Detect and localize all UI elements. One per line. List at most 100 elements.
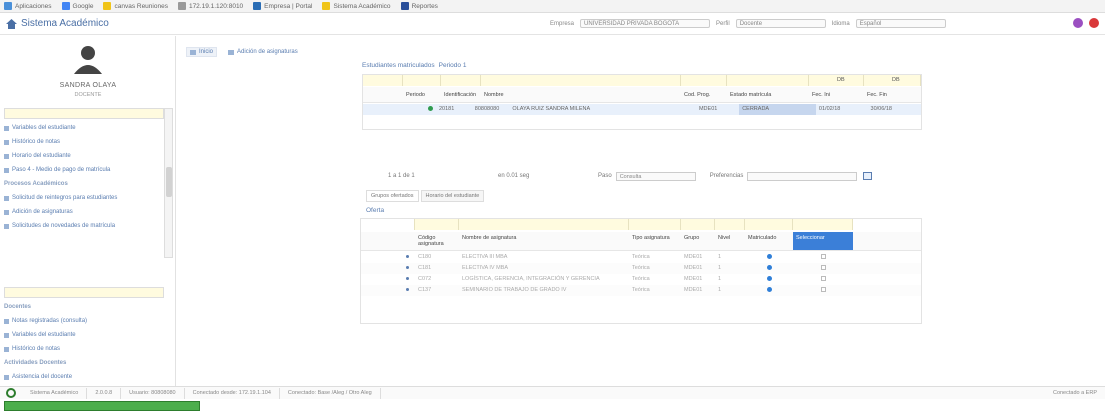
select-cell[interactable] xyxy=(793,252,853,263)
column-header[interactable]: Tipo asignatura xyxy=(629,232,681,250)
filter-cell[interactable] xyxy=(681,75,727,86)
select-all-cell[interactable] xyxy=(363,87,403,102)
expand-icon[interactable] xyxy=(406,255,409,259)
column-header[interactable]: Estado matrícula xyxy=(727,87,809,102)
row-expand-cell[interactable] xyxy=(361,274,415,285)
subtab-0[interactable]: Grupos ofertados xyxy=(366,190,419,202)
expand-icon[interactable] xyxy=(406,288,409,292)
offer-title: Oferta xyxy=(366,207,385,214)
bookmark-icon xyxy=(400,2,409,10)
sidebar-menu-item[interactable]: Variables del estudiante xyxy=(4,328,164,342)
column-header[interactable]: Nombre xyxy=(481,87,681,102)
sidebar-menu-item[interactable]: Paso 4 - Medio de pago de matrícula xyxy=(4,163,164,177)
sidebar-scroll-thumb[interactable] xyxy=(166,167,172,197)
sidebar-scrollbar[interactable] xyxy=(164,108,173,258)
bookmark-item[interactable]: canvas Reuniones xyxy=(103,2,168,10)
subtab-1[interactable]: Horario del estudiante xyxy=(420,190,485,202)
select-all-cell[interactable] xyxy=(361,232,415,250)
sidebar-menu-item[interactable]: Variables del estudiante xyxy=(4,121,164,135)
idioma-select[interactable]: Español xyxy=(855,19,946,28)
preferences-select[interactable] xyxy=(747,171,858,181)
column-header[interactable]: Código asignatura xyxy=(415,232,459,250)
bookmark-item[interactable]: Sistema Académico xyxy=(322,2,391,10)
table-row[interactable]: 20181 80808080 OLAYA RUIZ SANDRA MILENA MDE… xyxy=(363,104,921,115)
column-header[interactable]: Matriculado xyxy=(745,232,793,250)
column-header[interactable]: Grupo xyxy=(681,232,715,250)
filter-fec-fin[interactable]: DB xyxy=(864,75,921,86)
filter-fec-ini[interactable]: DB xyxy=(809,75,864,86)
column-header[interactable]: Periodo xyxy=(403,87,441,102)
filter-cell[interactable] xyxy=(793,219,853,230)
column-header[interactable]: Seleccionar xyxy=(793,232,853,250)
export-icon[interactable] xyxy=(863,172,873,180)
select-cell[interactable] xyxy=(793,274,853,285)
column-header[interactable]: Cod. Prog. xyxy=(681,87,727,102)
bookmark-item[interactable]: Aplicaciones xyxy=(4,2,52,10)
empresa-select[interactable]: UNIVERSIDAD PRIVADA BOGOTA xyxy=(580,19,711,28)
select-checkbox[interactable] xyxy=(820,254,826,260)
filter-cell[interactable] xyxy=(745,219,793,230)
filter-cell[interactable] xyxy=(415,219,459,230)
sidebar-menu-item[interactable]: Histórico de notas xyxy=(4,135,164,149)
sidebar-menu-item[interactable]: Histórico de notas xyxy=(4,342,164,356)
select-checkbox[interactable] xyxy=(820,287,826,293)
column-header[interactable]: Nivel xyxy=(715,232,745,250)
filter-cell[interactable] xyxy=(481,75,681,86)
bookmark-item[interactable]: Empresa | Portal xyxy=(253,2,312,10)
expand-icon[interactable] xyxy=(406,277,409,281)
perfil-select[interactable]: Docente xyxy=(735,19,826,28)
table-row[interactable]: C180 ELECTIVA III MBA Teórica MDE01 1 xyxy=(361,252,921,263)
filter-cell[interactable] xyxy=(441,75,481,86)
column-header[interactable]: Fec. Ini xyxy=(809,87,864,102)
sidebar-item-label: Variables del estudiante xyxy=(12,332,76,338)
row-expand-cell[interactable] xyxy=(361,263,415,274)
select-cell[interactable] xyxy=(793,263,853,274)
filter-cell[interactable] xyxy=(629,219,681,230)
column-header[interactable]: Identificación xyxy=(441,87,481,102)
table-cell: 30/06/18 xyxy=(870,106,892,112)
filter-cell[interactable] xyxy=(363,75,403,86)
sidebar-menu-item[interactable]: Solicitudes de novedades de matrícula xyxy=(4,219,164,233)
table-cell[interactable]: CERRADA xyxy=(739,104,816,115)
filter-cell[interactable] xyxy=(403,75,441,86)
column-header[interactable]: Nombre de asignatura xyxy=(459,232,629,250)
sidebar-menu-item[interactable]: Horario del estudiante xyxy=(4,149,164,163)
sidebar: SANDRA OLAYA DOCENTE Variables del estud… xyxy=(0,36,176,386)
sidebar-menu-item[interactable]: Adición de asignaturas xyxy=(4,205,164,219)
power-icon[interactable] xyxy=(1089,18,1099,28)
menu-search-input-2[interactable] xyxy=(4,287,164,298)
table-row[interactable]: C072 LOGÍSTICA, GERENCIA, INTEGRACIÓN Y G… xyxy=(361,274,921,285)
sidebar-menu-item[interactable]: Solicitud de reintegros para estudiantes xyxy=(4,191,164,205)
status-icon xyxy=(6,388,16,398)
sidebar-menu-item[interactable]: Notas registradas (consulta) xyxy=(4,314,164,328)
bookmark-item[interactable]: 172.19.1.120:8010 xyxy=(177,2,243,10)
tab-home[interactable]: Inicio xyxy=(186,47,218,57)
sidebar-menu-item[interactable]: Asistencia del docente xyxy=(4,370,164,384)
filter-cell[interactable] xyxy=(715,219,745,230)
menu-search-input[interactable] xyxy=(4,108,164,119)
filter-cell[interactable] xyxy=(459,219,629,230)
expand-icon[interactable] xyxy=(406,266,409,270)
select-checkbox[interactable] xyxy=(820,276,826,282)
table-cell: 1 xyxy=(718,265,722,271)
preferences-label: Preferencias xyxy=(709,173,744,179)
app-title[interactable]: Sistema Académico xyxy=(6,18,109,29)
status-segment: Conectado: Base /Aleg / Otro Aleg xyxy=(280,387,381,399)
paso-select[interactable]: Consulta xyxy=(615,171,696,181)
table-row[interactable]: C181 ELECTIVA IV MBA Teórica MDE01 1 xyxy=(361,263,921,274)
table-cell: MDE01 xyxy=(684,276,703,282)
select-checkbox[interactable] xyxy=(820,265,826,271)
tab-asignaturas[interactable]: Adición de asignaturas xyxy=(225,47,301,57)
period-label[interactable]: Periodo 1 xyxy=(439,62,467,69)
column-header[interactable]: Fec. Fin xyxy=(864,87,921,102)
user-icon[interactable] xyxy=(1073,18,1083,28)
row-expand-cell[interactable] xyxy=(361,285,415,296)
bookmark-item[interactable]: Google xyxy=(61,2,93,10)
bookmark-item[interactable]: Reportes xyxy=(400,2,438,10)
enrolled-title-text: Estudiantes matriculados xyxy=(362,62,435,69)
filter-cell[interactable] xyxy=(727,75,809,86)
row-expand-cell[interactable] xyxy=(361,252,415,263)
select-cell[interactable] xyxy=(793,285,853,296)
table-row[interactable]: C137 SEMINARIO DE TRABAJO DE GRADO IV Teór… xyxy=(361,285,921,296)
filter-cell[interactable] xyxy=(681,219,715,230)
